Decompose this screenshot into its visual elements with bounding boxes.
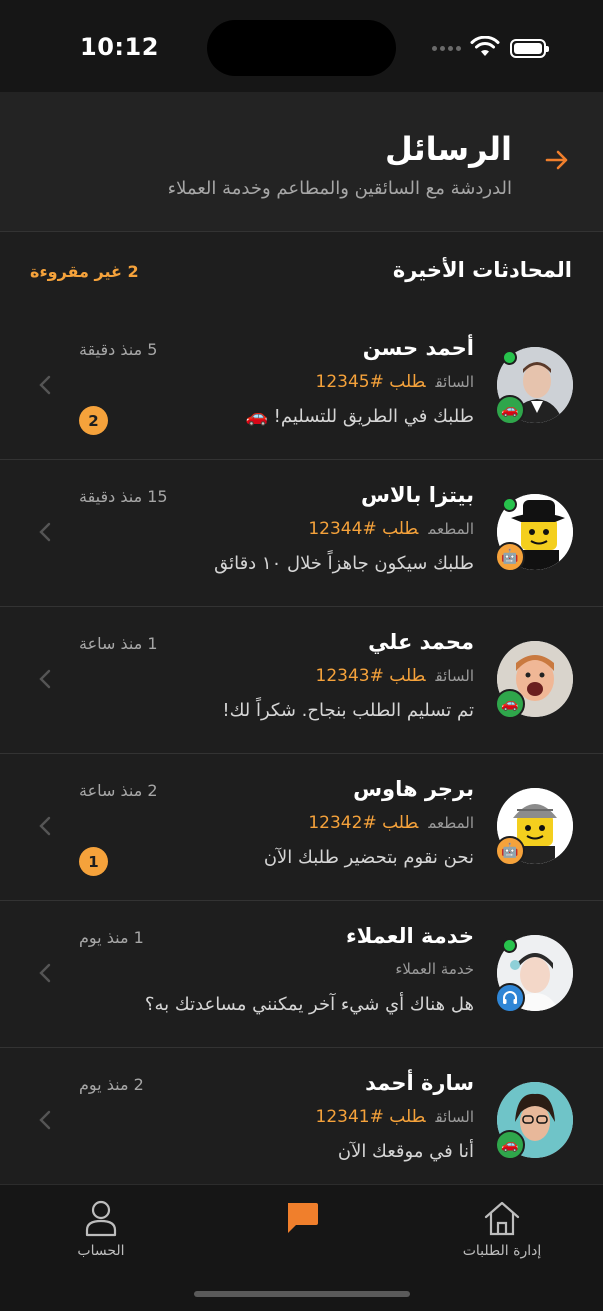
tab-account[interactable]: الحساب xyxy=(72,1199,130,1259)
order-link[interactable]: طلب #12341 xyxy=(316,1107,426,1127)
person-icon xyxy=(85,1200,117,1237)
unread-badge: 1 xyxy=(79,847,108,876)
dynamic-island xyxy=(207,20,396,76)
tab-account-label: الحساب xyxy=(77,1243,125,1259)
order-link[interactable]: طلب #12343 xyxy=(316,666,426,686)
conversation-row[interactable]: 🤖 برجر هاوس المطعم طلب #12342 نحن نقوم بت… xyxy=(0,754,603,901)
page-subtitle: الدردشة مع السائقين والمطاعم وخدمة العمل… xyxy=(167,178,512,199)
unread-badge: 2 xyxy=(79,406,108,435)
last-message: نحن نقوم بتحضير طلبك الآن xyxy=(263,847,474,868)
car-icon: 🚗 xyxy=(495,395,525,425)
last-message: طلبك في الطريق للتسليم! 🚗 xyxy=(245,406,474,427)
contact-name: محمد علي xyxy=(368,630,474,654)
car-icon: 🚗 xyxy=(495,1130,525,1160)
last-message: هل هناك أي شيء آخر يمكنني مساعدتك به؟ xyxy=(144,994,474,1015)
restaurant-icon: 🤖 xyxy=(495,542,525,572)
conversation-meta: السائق طلب #12341 xyxy=(316,1107,474,1127)
home-icon xyxy=(484,1201,520,1236)
order-link[interactable]: طلب #12344 xyxy=(308,519,418,539)
conversation-row[interactable]: 🚗 سارة أحمد السائق طلب #12341 أنا في موقع… xyxy=(0,1048,603,1195)
chevron-left-icon xyxy=(39,522,51,542)
conversation-meta: المطعم طلب #12344 xyxy=(308,519,474,539)
chevron-left-icon xyxy=(39,1110,51,1130)
contact-name: خدمة العملاء xyxy=(345,924,474,948)
car-icon: 🚗 xyxy=(495,689,525,719)
online-indicator xyxy=(502,350,517,365)
battery-icon xyxy=(510,39,549,58)
chat-bubble-icon xyxy=(288,1203,318,1233)
contact-role: السائق xyxy=(435,667,474,685)
conversation-meta: المطعم طلب #12342 xyxy=(308,813,474,833)
message-time: 2 منذ يوم xyxy=(79,1075,144,1094)
conversation-meta: خدمة العملاء xyxy=(395,960,474,978)
status-time: 10:12 xyxy=(80,33,159,61)
conversation-meta: السائق طلب #12345 xyxy=(316,372,474,392)
contact-name: أحمد حسن xyxy=(362,336,474,360)
last-message: تم تسليم الطلب بنجاح. شكراً لك! xyxy=(222,700,474,721)
contact-role: المطعم xyxy=(428,814,474,832)
contact-name: سارة أحمد xyxy=(365,1071,474,1095)
chevron-left-icon xyxy=(39,816,51,836)
cellular-icon xyxy=(432,46,461,51)
back-arrow-icon[interactable] xyxy=(544,148,570,172)
last-message: طلبك سيكون جاهزاً خلال ١٠ دقائق xyxy=(214,553,474,574)
conversation-row[interactable]: 🚗 محمد علي السائق طلب #12343 تم تسليم الط… xyxy=(0,607,603,754)
message-time: 1 منذ يوم xyxy=(79,928,144,947)
order-link[interactable]: طلب #12342 xyxy=(308,813,418,833)
conversation-row[interactable]: 🤖 بيتزا بالاس المطعم طلب #12344 طلبك سيكو… xyxy=(0,460,603,607)
message-time: 1 منذ ساعة xyxy=(79,634,158,653)
chevron-left-icon xyxy=(39,669,51,689)
tab-messages[interactable] xyxy=(282,1199,322,1243)
chevron-left-icon xyxy=(39,375,51,395)
page-title: الرسائل xyxy=(385,130,512,168)
tab-orders[interactable]: إدارة الطلبات xyxy=(457,1199,547,1259)
conversation-row[interactable]: 🚗 أحمد حسن السائق طلب #12345 طلبك في الطر… xyxy=(0,313,603,460)
message-time: 2 منذ ساعة xyxy=(79,781,158,800)
online-indicator xyxy=(502,938,517,953)
headset-icon xyxy=(495,983,525,1013)
home-indicator xyxy=(194,1291,410,1297)
conversation-list: 🚗 أحمد حسن السائق طلب #12345 طلبك في الطر… xyxy=(0,313,603,1195)
contact-role: السائق xyxy=(435,1108,474,1126)
last-message: أنا في موقعك الآن xyxy=(337,1141,474,1162)
restaurant-icon: 🤖 xyxy=(495,836,525,866)
contact-role: المطعم xyxy=(428,520,474,538)
online-indicator xyxy=(502,497,517,512)
contact-name: بيتزا بالاس xyxy=(361,483,474,507)
contact-name: برجر هاوس xyxy=(353,777,474,801)
section-title: المحادثات الأخيرة xyxy=(392,258,572,282)
tab-orders-label: إدارة الطلبات xyxy=(462,1243,542,1259)
contact-role: خدمة العملاء xyxy=(395,960,474,978)
message-time: 15 منذ دقيقة xyxy=(79,487,168,506)
conversation-row[interactable]: خدمة العملاء خدمة العملاء هل هناك أي شيء… xyxy=(0,901,603,1048)
contact-role: السائق xyxy=(435,373,474,391)
chevron-left-icon xyxy=(39,963,51,983)
wifi-icon xyxy=(470,36,500,56)
order-link[interactable]: طلب #12345 xyxy=(316,372,426,392)
conversation-meta: السائق طلب #12343 xyxy=(316,666,474,686)
status-bar: 10:12 xyxy=(0,0,603,92)
page-header: الرسائل الدردشة مع السائقين والمطاعم وخد… xyxy=(0,92,603,232)
message-time: 5 منذ دقيقة xyxy=(79,340,158,359)
unread-count-label: 2 غير مقروءة xyxy=(30,262,139,281)
